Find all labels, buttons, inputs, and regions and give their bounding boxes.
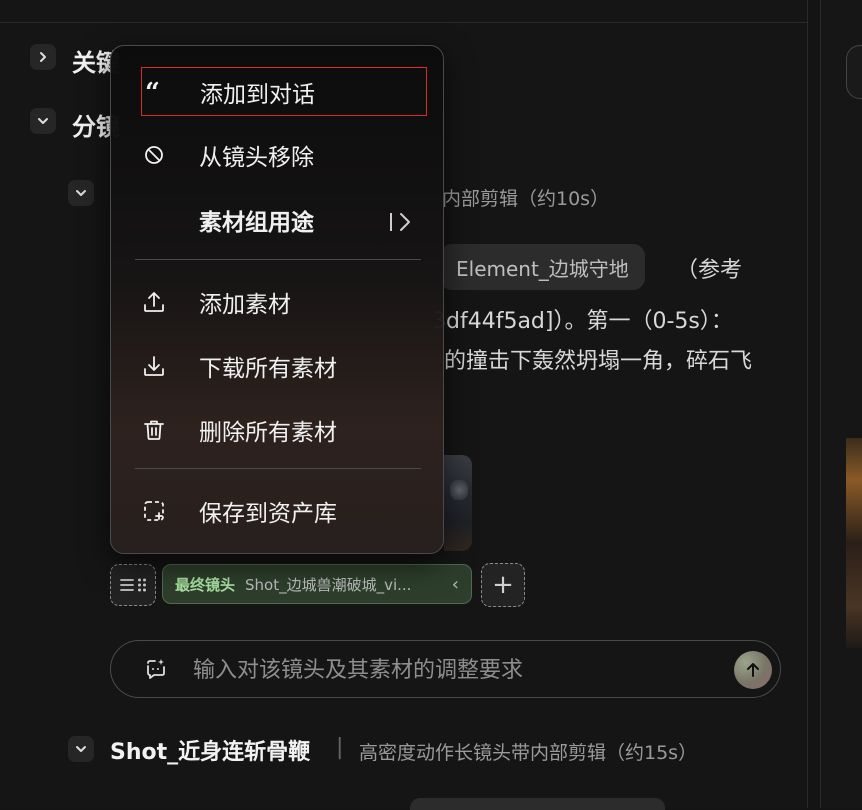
element-chip[interactable]: Element_边城守地 xyxy=(440,244,645,290)
right-panel-card[interactable] xyxy=(846,45,862,99)
menu-item-label: 下载所有素材 xyxy=(199,356,337,382)
chevron-right-icon xyxy=(40,52,46,62)
expand-keyframes-button[interactable] xyxy=(30,44,56,70)
bottom-element-chip[interactable] xyxy=(410,798,665,810)
chevron-left-icon[interactable]: ‹ xyxy=(452,574,459,595)
dashed-add-box-icon xyxy=(141,498,167,524)
upload-icon xyxy=(141,289,167,315)
grip-dots-icon xyxy=(137,578,146,592)
menu-item-label: 素材组用途 xyxy=(199,210,314,236)
menu-item-label: 添加素材 xyxy=(199,292,291,318)
trash-icon xyxy=(141,417,167,443)
final-shot-name: Shot_边城兽潮破城_vi... xyxy=(245,575,412,594)
shot2-meta: 高密度动作长镜头带内部剪辑（约15s） xyxy=(359,742,698,764)
shot2-divider: | xyxy=(336,735,344,760)
menu-item-add-to-chat[interactable]: “ 添加到对话 xyxy=(141,67,427,116)
menu-item-label: 添加到对话 xyxy=(200,81,315,108)
adjustment-input[interactable] xyxy=(191,651,735,689)
chevron-down-icon xyxy=(38,118,48,124)
final-shot-label: 最终镜头 xyxy=(175,575,236,594)
submenu-chevron-icon xyxy=(387,210,417,234)
menu-item-icon-spacer xyxy=(141,207,167,233)
menu-item-add-asset[interactable]: 添加素材 xyxy=(141,282,431,322)
send-button[interactable] xyxy=(734,651,772,689)
menu-separator xyxy=(135,468,421,469)
chevron-down-icon xyxy=(76,190,86,196)
collapse-shot-button[interactable] xyxy=(68,180,94,206)
remove-circle-icon xyxy=(141,142,167,168)
list-icon xyxy=(119,579,134,591)
top-divider xyxy=(0,22,808,23)
shot-description-line1: （参考 xyxy=(676,258,743,283)
asset-thumbnail[interactable] xyxy=(444,455,472,551)
panel-divider xyxy=(807,0,808,808)
menu-item-label: 保存到资产库 xyxy=(199,501,337,527)
add-shot-asset-button[interactable]: + xyxy=(481,563,525,607)
shot-description-line3: 的撞击下轰然坍塌一角，碎石飞 xyxy=(444,349,753,374)
menu-item-remove-from-shot[interactable]: 从镜头移除 xyxy=(141,135,431,175)
final-shot-tag[interactable]: 最终镜头 Shot_边城兽潮破城_vi... ‹ xyxy=(162,564,472,604)
collapse-shot2-button[interactable] xyxy=(68,736,94,762)
adjustment-input-bar xyxy=(110,640,781,698)
quote-icon: “ xyxy=(142,79,168,105)
menu-item-delete-all[interactable]: 删除所有素材 xyxy=(141,410,431,450)
chevron-down-icon xyxy=(76,746,86,752)
menu-item-label: 从镜头移除 xyxy=(199,145,314,171)
svg-text:“: “ xyxy=(145,81,160,103)
download-icon xyxy=(141,353,167,379)
collapse-storyboard-button[interactable] xyxy=(30,108,56,134)
context-menu: “ 添加到对话 从镜头移除 素材组用途 添加素材 下载所有素材 删除所有素材 保… xyxy=(110,45,444,554)
shot-description-line2: 3df44f5ad]）。第一（0-5s）： xyxy=(432,309,733,334)
menu-separator xyxy=(135,259,421,260)
right-panel xyxy=(820,0,862,808)
chat-sparkle-icon xyxy=(147,659,165,679)
shot2-title: Shot_近身连斩骨鞭 xyxy=(110,740,311,765)
arrow-up-icon xyxy=(747,663,759,677)
shot-meta: 内部剪辑（约10s） xyxy=(442,188,610,210)
menu-item-download-all[interactable]: 下载所有素材 xyxy=(141,346,431,386)
drag-handle-button[interactable] xyxy=(110,564,156,606)
menu-item-label: 删除所有素材 xyxy=(199,420,337,446)
menu-item-save-to-library[interactable]: 保存到资产库 xyxy=(141,491,431,531)
right-panel-image xyxy=(846,438,862,648)
